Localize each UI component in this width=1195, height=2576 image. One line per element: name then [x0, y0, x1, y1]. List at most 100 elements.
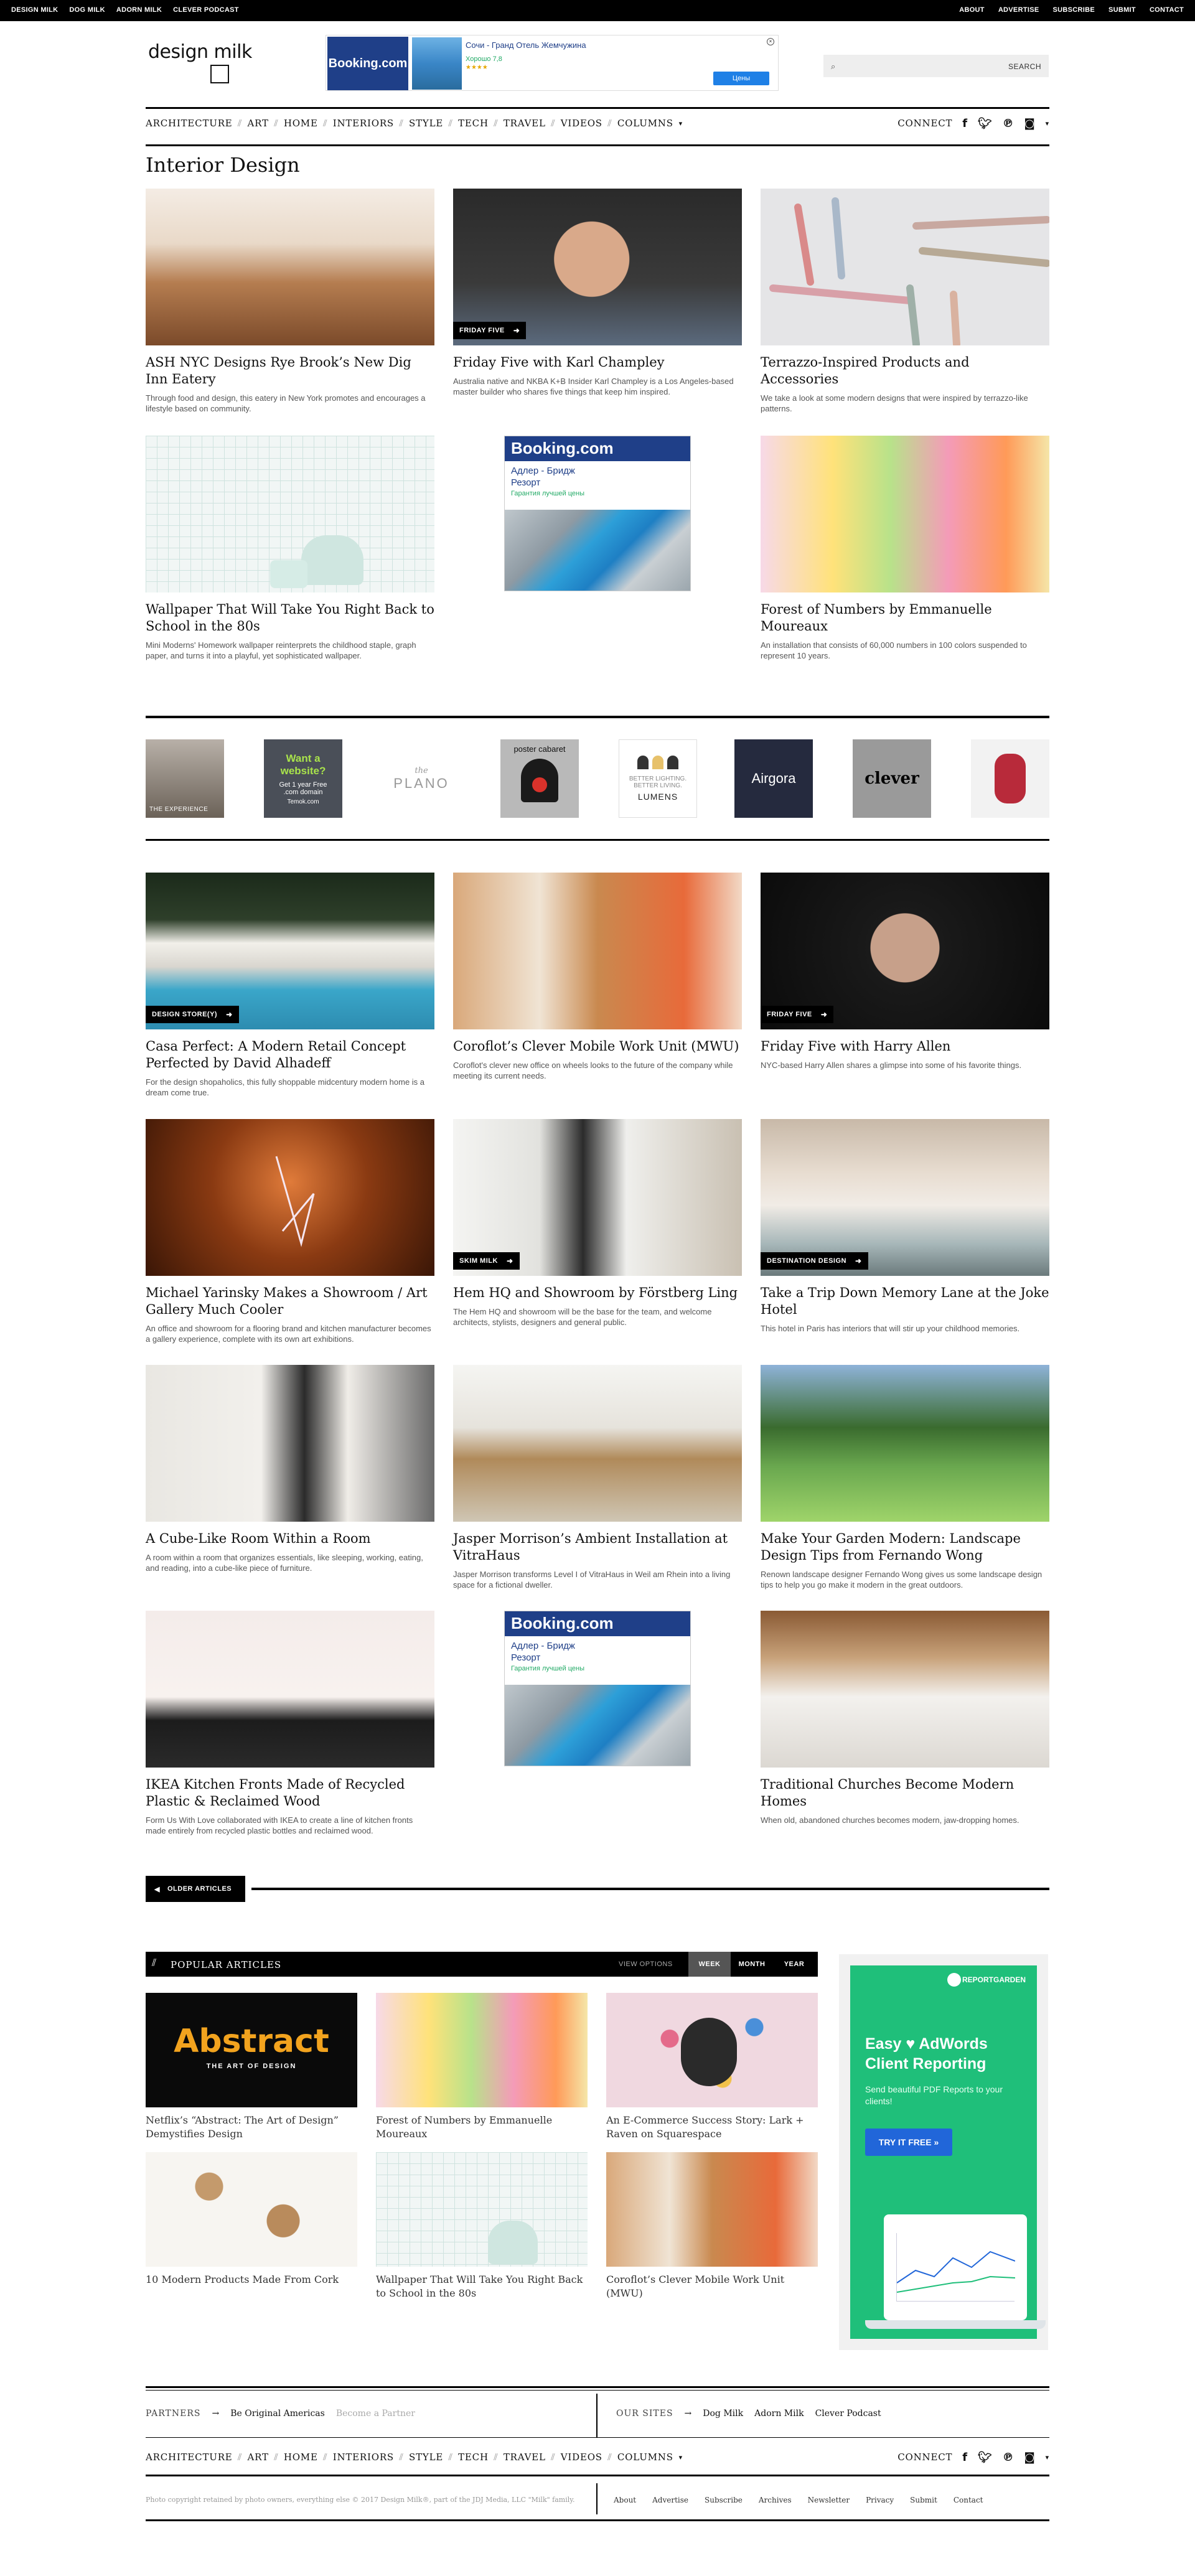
facebook-icon[interactable]: f [962, 2451, 968, 2464]
article-image[interactable] [146, 189, 434, 345]
popular-article-title[interactable]: 10 Modern Products Made From Cork [146, 2273, 357, 2287]
site-link-dog-milk[interactable]: Dog Milk [703, 2409, 743, 2419]
banner-ad[interactable]: Booking.com Сочи - Гранд Отель Жемчужина… [326, 35, 779, 91]
article-title[interactable]: Traditional Churches Become Modern Homes [761, 1776, 1049, 1810]
category-tag[interactable]: DESIGN STORE(Y) ➜ [146, 1006, 239, 1023]
article-card[interactable]: ASH NYC Designs Rye Brook’s New Dig Inn … [146, 189, 434, 414]
article-title[interactable]: Friday Five with Karl Champley [453, 354, 742, 371]
nav-item-columns[interactable]: COLUMNS [617, 118, 673, 129]
article-card[interactable]: DESTINATION DESIGN ➜ Take a Trip Down Mem… [761, 1119, 1049, 1334]
article-image[interactable] [146, 436, 434, 592]
article-title[interactable]: Hem HQ and Showroom by Förstberg Ling [453, 1285, 742, 1301]
article-title[interactable]: Coroflot’s Clever Mobile Work Unit (MWU) [453, 1038, 742, 1055]
sponsor-logo[interactable]: Airgora [734, 739, 813, 818]
tab-year[interactable]: YEAR [773, 1952, 815, 1977]
article-card[interactable]: DESIGN STORE(Y) ➜ Casa Perfect: A Modern … [146, 873, 434, 1098]
nav-item-videos[interactable]: VIDEOS [561, 2452, 602, 2463]
partner-link[interactable]: Be Original Americas [230, 2409, 325, 2419]
nav-item-travel[interactable]: TRAVEL [504, 118, 546, 129]
article-image[interactable] [146, 1365, 434, 1522]
sponsor-logo[interactable]: BETTER LIGHTING. BETTER LIVING. LUMENS [619, 739, 697, 818]
footer-link-newsletter[interactable]: Newsletter [808, 2496, 850, 2504]
popular-article-title[interactable]: Wallpaper That Will Take You Right Back … [376, 2273, 588, 2300]
nav-item-interiors[interactable]: INTERIORS [333, 2452, 394, 2463]
article-image[interactable] [146, 1611, 434, 1768]
topbar-link-design-milk[interactable]: DESIGN MILK [11, 6, 58, 14]
popular-article-title[interactable]: Coroflot’s Clever Mobile Work Unit (MWU) [606, 2273, 818, 2300]
category-tag[interactable]: SKIM MILK ➜ [453, 1252, 520, 1270]
topbar-link-subscribe[interactable]: SUBSCRIBE [1052, 6, 1095, 14]
article-card[interactable]: IKEA Kitchen Fronts Made of Recycled Pla… [146, 1611, 434, 1836]
article-image[interactable] [761, 189, 1049, 345]
article-image[interactable]: FRIDAY FIVE ➜ [761, 873, 1049, 1029]
topbar-link-about[interactable]: ABOUT [959, 6, 985, 14]
search-label[interactable]: SEARCH [1008, 62, 1041, 71]
nav-item-art[interactable]: ART [248, 2452, 269, 2463]
popular-article-title[interactable]: Netflix’s “Abstract: The Art of Design” … [146, 2114, 357, 2141]
facebook-icon[interactable]: f [962, 117, 968, 130]
nav-item-videos[interactable]: VIDEOS [561, 118, 602, 129]
article-title[interactable]: ASH NYC Designs Rye Brook’s New Dig Inn … [146, 354, 434, 388]
twitter-icon[interactable]: 🐦︎ [978, 2451, 993, 2464]
article-title[interactable]: Jasper Morrison’s Ambient Installation a… [453, 1530, 742, 1564]
article-card[interactable]: FRIDAY FIVE ➜ Friday Five with Harry Alle… [761, 873, 1049, 1070]
footer-link-submit[interactable]: Submit [910, 2496, 937, 2504]
booking-ad[interactable]: Booking.com Адлер - Бридж Резорт Гаранти… [504, 1611, 691, 1766]
sponsor-logo[interactable] [971, 739, 1049, 818]
category-tag[interactable]: FRIDAY FIVE ➜ [453, 322, 527, 339]
topbar-link-clever-podcast[interactable]: CLEVER PODCAST [173, 6, 239, 14]
article-image[interactable] [146, 1119, 434, 1276]
sponsor-logo[interactable]: Want a website? Get 1 year Free .com dom… [264, 739, 342, 818]
instagram-icon[interactable]: ◙ [1024, 117, 1035, 130]
popular-article-image[interactable] [606, 1993, 818, 2107]
nav-item-tech[interactable]: TECH [458, 2452, 489, 2463]
article-title[interactable]: Terrazzo-Inspired Products and Accessori… [761, 354, 1049, 388]
tab-month[interactable]: MONTH [731, 1952, 773, 1977]
nav-item-architecture[interactable]: ARCHITECTURE [146, 2452, 233, 2463]
sponsor-logo[interactable]: poster cabaret [500, 739, 579, 818]
popular-article-image[interactable] [376, 1993, 588, 2107]
nav-item-home[interactable]: HOME [284, 118, 318, 129]
article-card[interactable]: SKIM MILK ➜ Hem HQ and Showroom by Förstb… [453, 1119, 742, 1328]
article-title[interactable]: Forest of Numbers by Emmanuelle Moureaux [761, 601, 1049, 635]
nav-item-architecture[interactable]: ARCHITECTURE [146, 118, 233, 129]
popular-article[interactable]: Abstract THE ART OF DESIGN Netflix’s “Ab… [146, 1993, 357, 2141]
article-image[interactable]: DESTINATION DESIGN ➜ [761, 1119, 1049, 1276]
popular-article-image[interactable] [376, 2152, 588, 2267]
instagram-icon[interactable]: ◙ [1024, 2451, 1035, 2464]
reportgarden-ad[interactable]: REPORTGARDEN Easy ♥ AdWords Client Repor… [839, 1954, 1048, 2350]
popular-article[interactable]: 10 Modern Products Made From Cork [146, 2152, 357, 2287]
nav-item-tech[interactable]: TECH [458, 118, 489, 129]
pinterest-icon[interactable]: ℗ [1003, 2451, 1015, 2464]
article-image[interactable] [453, 873, 742, 1029]
article-card[interactable]: A Cube-Like Room Within a Room A room wi… [146, 1365, 434, 1573]
chevron-down-icon[interactable]: ▾ [673, 119, 688, 128]
ad-cta-button[interactable]: Цены [713, 72, 769, 85]
sponsor-logo[interactable]: the PLANO [382, 739, 461, 818]
topbar-link-advertise[interactable]: ADVERTISE [998, 6, 1039, 14]
article-title[interactable]: Wallpaper That Will Take You Right Back … [146, 601, 434, 635]
become-partner-link[interactable]: Become a Partner [336, 2409, 415, 2419]
sponsor-logo[interactable]: clever [853, 739, 931, 818]
article-image[interactable] [761, 1611, 1049, 1768]
nav-item-style[interactable]: STYLE [409, 118, 443, 129]
footer-link-about[interactable]: About [614, 2496, 636, 2504]
article-title[interactable]: Casa Perfect: A Modern Retail Concept Pe… [146, 1038, 434, 1072]
article-card[interactable]: Jasper Morrison’s Ambient Installation a… [453, 1365, 742, 1590]
nav-item-home[interactable]: HOME [284, 2452, 318, 2463]
category-tag[interactable]: DESTINATION DESIGN ➜ [761, 1252, 868, 1270]
footer-link-contact[interactable]: Contact [954, 2496, 983, 2504]
article-card[interactable]: Terrazzo-Inspired Products and Accessori… [761, 189, 1049, 414]
article-card[interactable]: Coroflot’s Clever Mobile Work Unit (MWU)… [453, 873, 742, 1081]
topbar-link-submit[interactable]: SUBMIT [1108, 6, 1136, 14]
article-card[interactable]: Wallpaper That Will Take You Right Back … [146, 436, 434, 661]
article-image[interactable]: DESIGN STORE(Y) ➜ [146, 873, 434, 1029]
footer-link-archives[interactable]: Archives [759, 2496, 792, 2504]
article-card[interactable]: Make Your Garden Modern: Landscape Desig… [761, 1365, 1049, 1590]
article-image[interactable] [453, 1365, 742, 1522]
popular-article-image[interactable] [606, 2152, 818, 2267]
nav-item-art[interactable]: ART [248, 118, 269, 129]
older-articles-button[interactable]: ◀ OLDER ARTICLES [146, 1876, 245, 1902]
site-logo[interactable]: design milk [148, 41, 254, 85]
footer-link-subscribe[interactable]: Subscribe [705, 2496, 743, 2504]
